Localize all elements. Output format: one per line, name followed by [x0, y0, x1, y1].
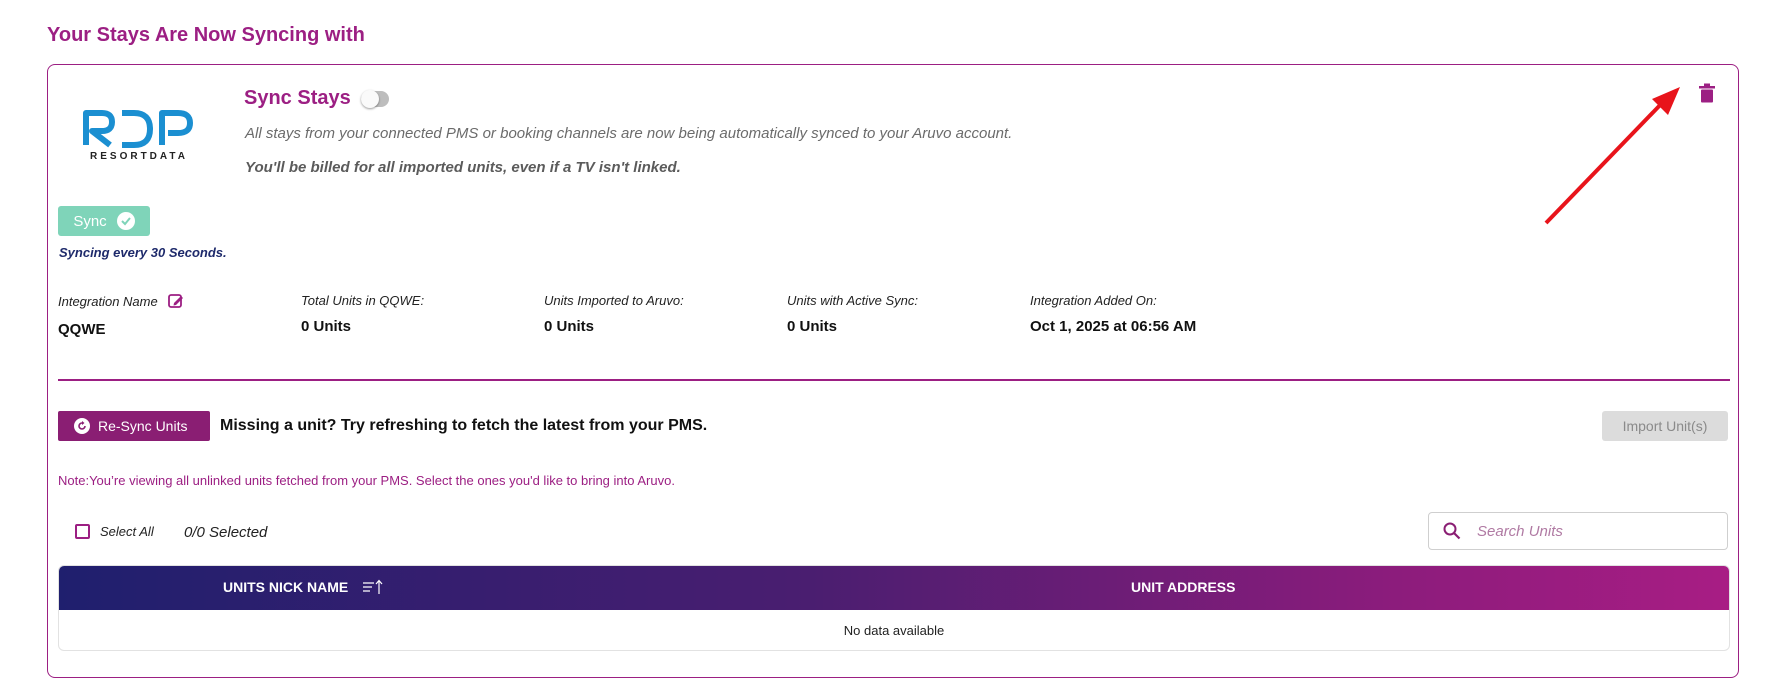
search-units-field[interactable]: [1428, 512, 1728, 550]
sync-interval-text: Syncing every 30 Seconds.: [59, 245, 227, 260]
column-unit-address: UNIT ADDRESS: [1131, 579, 1236, 595]
stat-value: 0 Units: [544, 318, 595, 335]
sync-button[interactable]: Sync: [58, 206, 150, 236]
stat-value: 0 Units: [301, 318, 352, 335]
search-units-input[interactable]: [1475, 521, 1715, 541]
column-label: UNITS NICK NAME: [223, 579, 349, 595]
column-units-nick-name[interactable]: UNITS NICK NAME: [223, 579, 384, 595]
stat-label: Integration Name: [58, 293, 158, 309]
stat-integration-name: Integration Name QQWE: [58, 293, 184, 338]
stat-total-units: Total Units in QQWE: 0 Units: [301, 293, 424, 335]
trash-icon[interactable]: [1698, 83, 1716, 103]
integration-card: RESORTDATA Sync Syncing every 30 Seconds…: [47, 64, 1739, 678]
select-all[interactable]: Select All: [75, 524, 154, 539]
stat-label: Total Units in QQWE:: [301, 293, 425, 308]
import-units-button[interactable]: Import Unit(s): [1602, 411, 1728, 441]
table-header: UNITS NICK NAME UNIT ADDRESS: [59, 566, 1729, 610]
search-icon: [1443, 522, 1461, 540]
refresh-icon: [74, 418, 90, 434]
stat-value: QQWE: [58, 321, 106, 338]
billing-note: You'll be billed for all imported units,…: [245, 159, 681, 176]
resortdata-logo: RESORTDATA: [80, 107, 198, 165]
toggle-knob: [361, 90, 379, 108]
red-arrow-annotation: [1544, 87, 1680, 225]
page-title: Your Stays Are Now Syncing with: [47, 24, 365, 46]
resync-label: Re-Sync Units: [98, 418, 188, 434]
stat-value: 0 Units: [787, 318, 838, 335]
sync-stays-title: Sync Stays: [244, 87, 351, 109]
select-all-checkbox[interactable]: [75, 524, 90, 539]
stat-label: Integration Added On:: [1030, 293, 1157, 308]
stat-label: Units with Active Sync:: [787, 293, 919, 308]
sync-button-label: Sync: [73, 212, 107, 230]
check-circle-icon: [116, 212, 135, 230]
logo-subtitle: RESORTDATA: [90, 151, 188, 162]
stat-value: Oct 1, 2025 at 06:56 AM: [1030, 318, 1197, 335]
stat-added-on: Integration Added On: Oct 1, 2025 at 06:…: [1030, 293, 1196, 335]
selected-count: 0/0 Selected: [184, 524, 268, 541]
sort-icon[interactable]: [362, 579, 384, 595]
sync-description: All stays from your connected PMS or boo…: [245, 125, 1013, 142]
select-all-label: Select All: [100, 524, 154, 539]
units-table: UNITS NICK NAME UNIT ADDRESS No data ava…: [58, 565, 1730, 651]
sync-stays-toggle[interactable]: [361, 90, 389, 108]
stat-units-active-sync: Units with Active Sync: 0 Units: [787, 293, 918, 335]
section-divider: [58, 379, 1730, 381]
edit-icon[interactable]: [167, 293, 184, 309]
unlinked-units-note: Note:You’re viewing all unlinked units f…: [58, 473, 675, 488]
stat-units-imported: Units Imported to Aruvo: 0 Units: [544, 293, 684, 335]
missing-unit-text: Missing a unit? Try refreshing to fetch …: [220, 417, 708, 434]
stat-label: Units Imported to Aruvo:: [544, 293, 684, 308]
empty-state: No data available: [843, 622, 945, 638]
resync-units-button[interactable]: Re-Sync Units: [58, 411, 210, 441]
